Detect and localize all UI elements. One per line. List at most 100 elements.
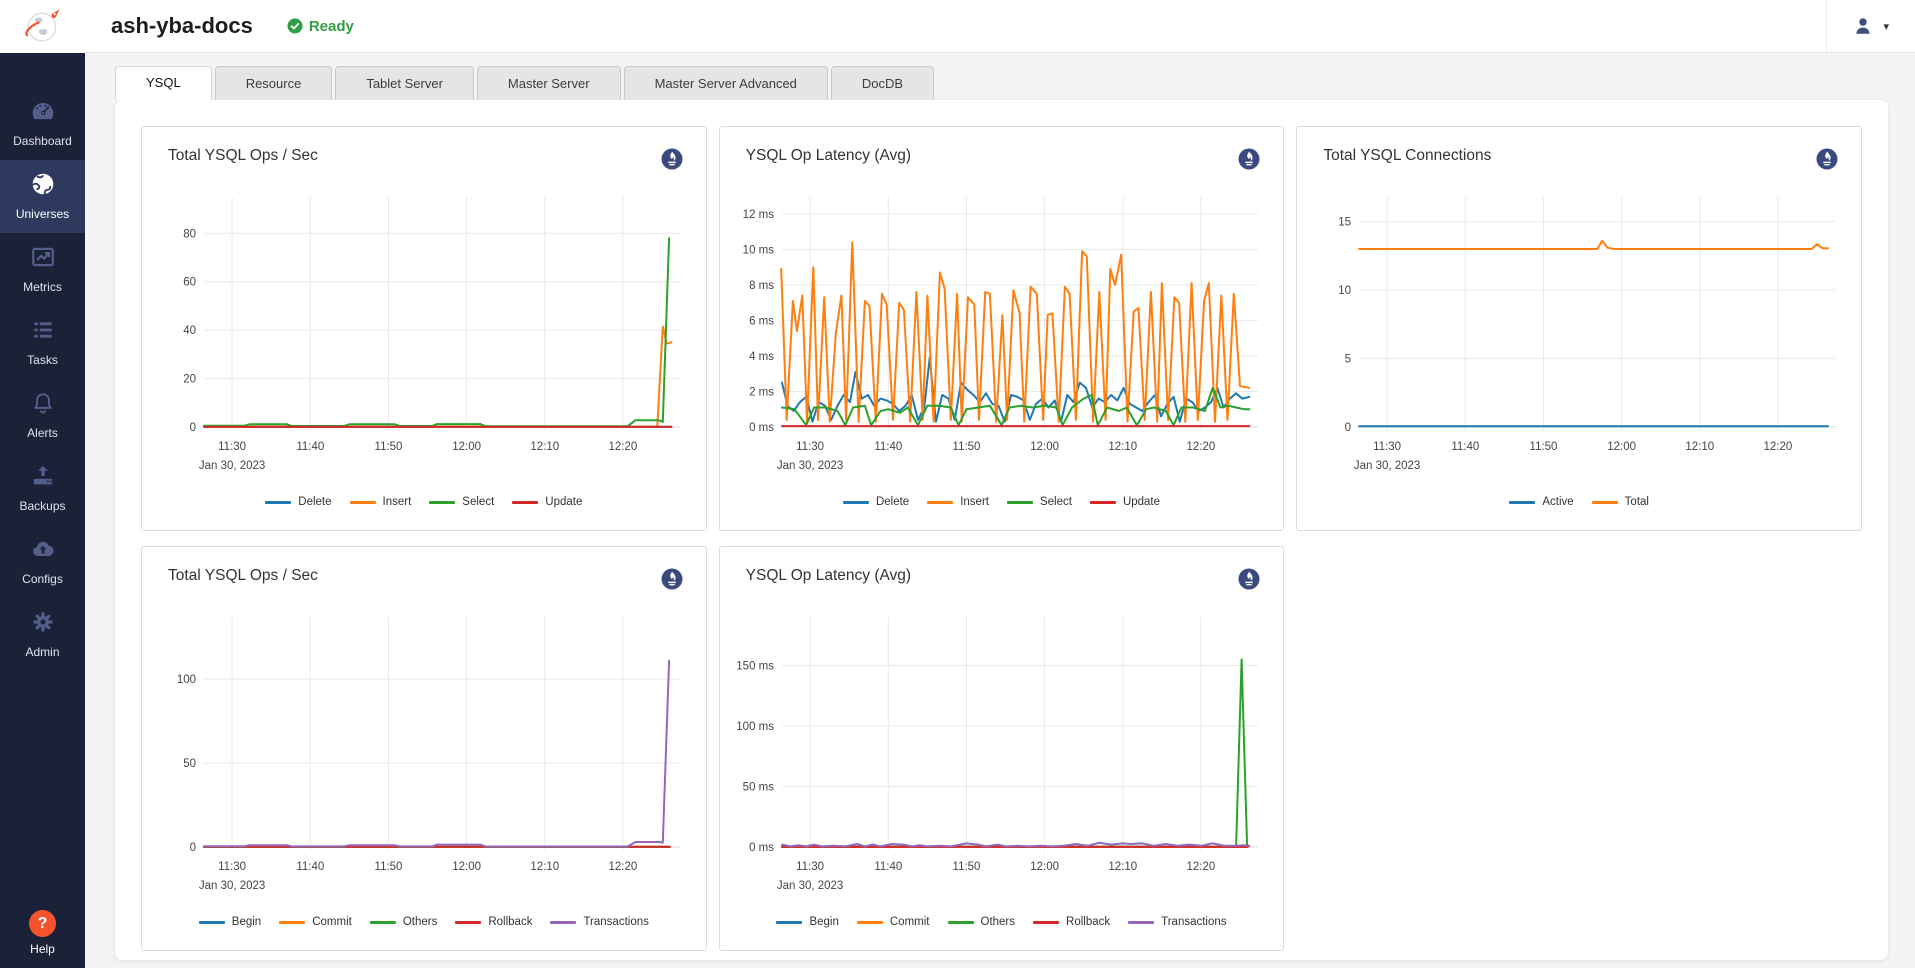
legend-item[interactable]: Total — [1592, 496, 1649, 508]
svg-text:11:30: 11:30 — [218, 441, 246, 453]
legend-item[interactable]: Select — [1007, 496, 1072, 508]
svg-text:0: 0 — [1345, 422, 1351, 434]
legend-swatch — [512, 501, 538, 504]
sidebar-item-configs[interactable]: Configs — [0, 525, 85, 598]
tab-docdb[interactable]: DocDB — [831, 66, 934, 100]
prometheus-icon[interactable] — [1237, 567, 1261, 591]
legend-swatch — [1090, 501, 1116, 504]
legend-item[interactable]: Rollback — [1033, 916, 1110, 928]
legend-item[interactable]: Update — [512, 496, 582, 508]
sidebar-item-label: Configs — [0, 572, 85, 586]
svg-text:0: 0 — [190, 422, 196, 434]
svg-text:5: 5 — [1345, 354, 1351, 366]
status-label: Ready — [309, 18, 354, 35]
svg-text:12 ms: 12 ms — [742, 209, 774, 221]
svg-text:80: 80 — [183, 228, 196, 240]
svg-text:50 ms: 50 ms — [742, 782, 774, 794]
sidebar-item-label: Alerts — [0, 426, 85, 440]
sidebar-item-universes[interactable]: Universes — [0, 160, 85, 233]
chart-title: Total YSQL Ops / Sec — [168, 147, 318, 165]
sidebar-item-backups[interactable]: Backups — [0, 452, 85, 525]
chart-card-ysql-op-latency: YSQL Op Latency (Avg) 0 ms2 ms4 ms6 ms8 … — [719, 126, 1285, 531]
legend-item[interactable]: Begin — [776, 916, 838, 928]
svg-text:12:10: 12:10 — [530, 441, 559, 453]
charts-panel: Total YSQL Ops / Sec 02040608011:3011:40… — [115, 100, 1888, 960]
svg-text:12:20: 12:20 — [1764, 441, 1793, 453]
legend-item[interactable]: Begin — [199, 916, 261, 928]
svg-text:11:50: 11:50 — [952, 861, 980, 873]
legend-item[interactable]: Insert — [927, 496, 989, 508]
svg-text:11:40: 11:40 — [296, 861, 324, 873]
svg-text:12:00: 12:00 — [1030, 861, 1059, 873]
charts-grid: Total YSQL Ops / Sec 02040608011:3011:40… — [141, 126, 1862, 951]
legend-swatch — [199, 921, 225, 924]
svg-text:11:50: 11:50 — [375, 441, 403, 453]
svg-text:12:20: 12:20 — [1186, 861, 1215, 873]
tab-master-server-advanced[interactable]: Master Server Advanced — [624, 66, 828, 100]
legend-item[interactable]: Update — [1090, 496, 1160, 508]
legend-item[interactable]: Commit — [857, 916, 930, 928]
svg-text:12:10: 12:10 — [530, 861, 559, 873]
legend-swatch — [948, 921, 974, 924]
legend-item[interactable]: Commit — [279, 916, 352, 928]
sidebar-item-metrics[interactable]: Metrics — [0, 233, 85, 306]
tab-master-server[interactable]: Master Server — [477, 66, 621, 100]
svg-text:150 ms: 150 ms — [736, 660, 774, 672]
main-area: ash-yba-docs Ready ▾ YSQL Resource Table… — [85, 0, 1915, 968]
sidebar-item-tasks[interactable]: Tasks — [0, 306, 85, 379]
legend-item[interactable]: Delete — [265, 496, 331, 508]
user-menu[interactable]: ▾ — [1826, 0, 1915, 52]
legend-item[interactable]: Insert — [350, 496, 412, 508]
legend-swatch — [455, 921, 481, 924]
chart-plot[interactable]: 0 ms2 ms4 ms6 ms8 ms10 ms12 ms11:3011:40… — [736, 179, 1268, 484]
prometheus-icon[interactable] — [1237, 147, 1261, 171]
svg-text:Jan 30, 2023: Jan 30, 2023 — [199, 880, 266, 892]
svg-text:10: 10 — [1339, 285, 1352, 297]
svg-text:10 ms: 10 ms — [742, 244, 774, 256]
chart-legend: Active Total — [1313, 496, 1845, 508]
configs-cloud-icon — [30, 536, 56, 562]
svg-text:0 ms: 0 ms — [749, 422, 774, 434]
chart-plot[interactable]: 05101511:3011:4011:5012:0012:1012:20Jan … — [1313, 179, 1845, 484]
legend-item[interactable]: Delete — [843, 496, 909, 508]
legend-item[interactable]: Select — [429, 496, 494, 508]
svg-text:11:30: 11:30 — [1373, 441, 1401, 453]
sidebar-item-alerts[interactable]: Alerts — [0, 379, 85, 452]
legend-item[interactable]: Transactions — [1128, 916, 1226, 928]
tab-tablet-server[interactable]: Tablet Server — [335, 66, 474, 100]
prometheus-icon[interactable] — [1815, 147, 1839, 171]
svg-text:12:20: 12:20 — [609, 441, 638, 453]
legend-swatch — [279, 921, 305, 924]
sidebar-nav: Dashboard Universes Metrics Tasks — [0, 87, 85, 671]
chart-card-total-ysql-ops: Total YSQL Ops / Sec 02040608011:3011:40… — [141, 126, 707, 531]
chart-plot[interactable]: 0 ms50 ms100 ms150 ms11:3011:4011:5012:0… — [736, 599, 1268, 904]
yugabyte-logo[interactable] — [0, 0, 85, 53]
chart-title: Total YSQL Ops / Sec — [168, 567, 318, 585]
sidebar-item-label: Dashboard — [0, 134, 85, 148]
tab-ysql[interactable]: YSQL — [115, 66, 212, 100]
prometheus-icon[interactable] — [660, 147, 684, 171]
chart-plot[interactable]: 02040608011:3011:4011:5012:0012:1012:20J… — [158, 179, 690, 484]
legend-item[interactable]: Rollback — [455, 916, 532, 928]
chart-plot[interactable]: 05010011:3011:4011:5012:0012:1012:20Jan … — [158, 599, 690, 904]
page-title: ash-yba-docs — [111, 13, 253, 39]
legend-item[interactable]: Transactions — [550, 916, 648, 928]
svg-text:11:50: 11:50 — [1530, 441, 1558, 453]
sidebar-item-label: Help — [29, 942, 56, 956]
legend-item[interactable]: Others — [948, 916, 1016, 928]
tab-resource[interactable]: Resource — [215, 66, 333, 100]
legend-item[interactable]: Others — [370, 916, 438, 928]
sidebar-item-admin[interactable]: Admin — [0, 598, 85, 671]
svg-text:12:10: 12:10 — [1686, 441, 1715, 453]
svg-text:4 ms: 4 ms — [749, 351, 774, 363]
legend-item[interactable]: Active — [1509, 496, 1573, 508]
help-question-icon: ? — [29, 910, 56, 937]
empty-grid-cell — [1296, 546, 1862, 951]
sidebar-item-help[interactable]: ? Help — [29, 910, 56, 956]
svg-text:11:40: 11:40 — [874, 441, 902, 453]
prometheus-icon[interactable] — [660, 567, 684, 591]
sidebar-item-dashboard[interactable]: Dashboard — [0, 87, 85, 160]
svg-text:Jan 30, 2023: Jan 30, 2023 — [1354, 460, 1421, 472]
legend-swatch — [927, 501, 953, 504]
legend-swatch — [1592, 501, 1618, 504]
